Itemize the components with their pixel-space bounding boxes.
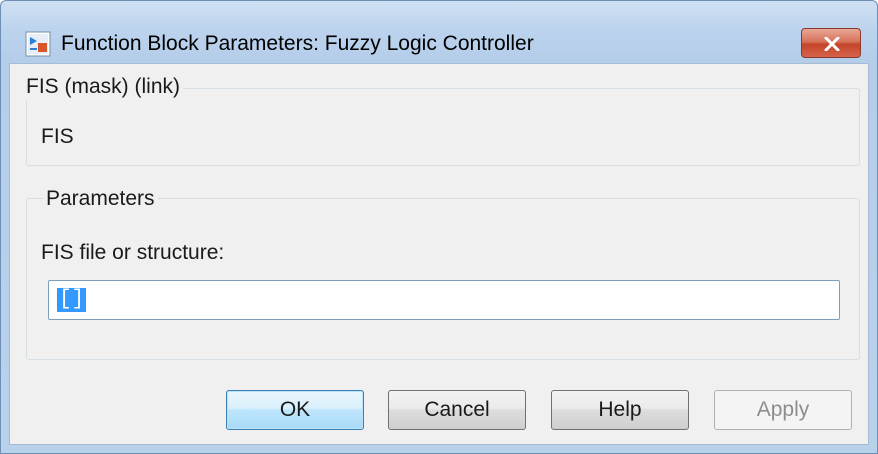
parameters-group-title: Parameters (43, 186, 158, 212)
window-title: Function Block Parameters: Fuzzy Logic C… (61, 32, 534, 55)
title-bar[interactable]: Function Block Parameters: Fuzzy Logic C… (1, 1, 877, 61)
dialog-content: FIS (mask) (link) FIS Parameters FIS fil… (9, 63, 869, 445)
ok-button[interactable]: OK (226, 390, 364, 430)
description-text: FIS (41, 125, 74, 148)
fis-file-input-value: [] (57, 288, 87, 312)
description-group-title: FIS (mask) (link) (23, 74, 183, 100)
parameters-group (26, 198, 860, 360)
close-button[interactable] (801, 28, 861, 58)
cancel-button[interactable]: Cancel (388, 390, 526, 430)
help-button[interactable]: Help (551, 390, 689, 430)
apply-button[interactable]: Apply (714, 390, 852, 430)
close-icon (824, 37, 840, 51)
fis-field-label: FIS file or structure: (41, 241, 225, 264)
dialog-window: Function Block Parameters: Fuzzy Logic C… (0, 0, 878, 454)
fis-file-input[interactable]: [] (48, 280, 840, 320)
simulink-block-icon (25, 31, 51, 57)
